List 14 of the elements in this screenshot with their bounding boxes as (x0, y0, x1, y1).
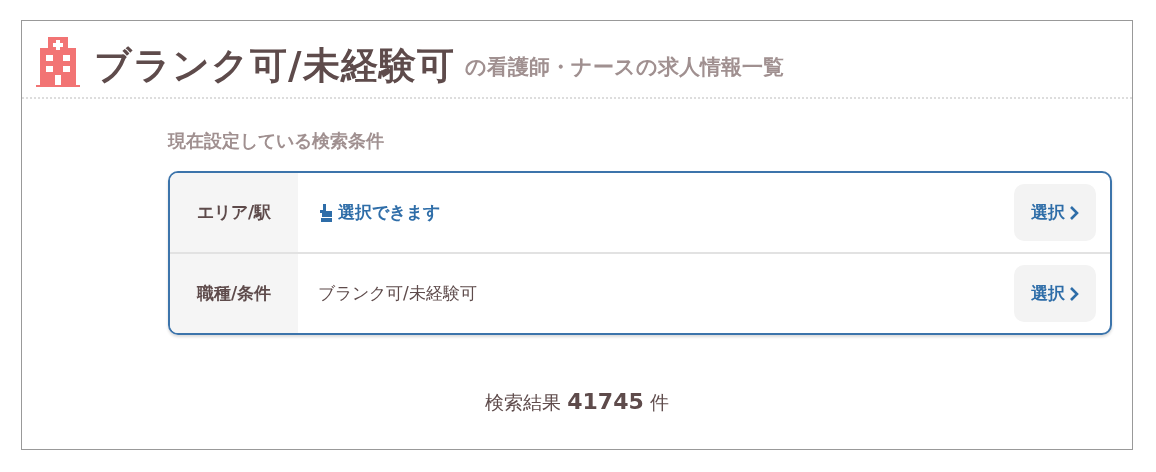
condition-label: エリア/駅 (170, 173, 298, 252)
select-button[interactable]: 選択 (1014, 184, 1096, 241)
condition-value: ブランク可/未経験可 (318, 282, 477, 305)
hospital-icon (36, 37, 80, 87)
section-caption: 現在設定している検索条件 (168, 129, 385, 153)
chevron-right-icon (1069, 205, 1079, 220)
result-count: 検索結果 41745 件 (485, 391, 669, 413)
pointing-hand-icon (318, 203, 334, 222)
select-button[interactable]: 選択 (1014, 265, 1096, 322)
condition-label: 職種/条件 (170, 254, 298, 333)
select-prompt-link[interactable]: 選択できます (338, 201, 440, 224)
chevron-right-icon (1069, 286, 1079, 301)
page-title: ブランク可/未経験可 (94, 46, 455, 87)
page-subtitle: の看護師・ナースの求人情報一覧 (464, 54, 784, 81)
